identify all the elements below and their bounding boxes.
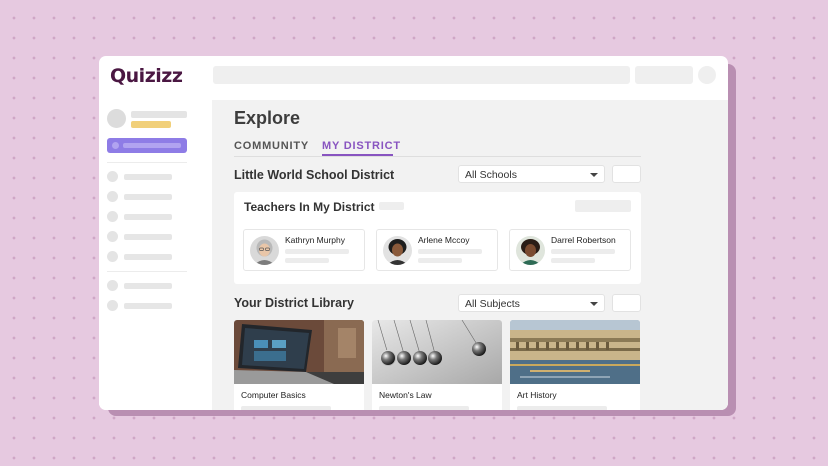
school-filter-select[interactable]: All Schools (458, 165, 605, 183)
library-card[interactable]: Art History (510, 320, 640, 410)
user-avatar[interactable] (107, 109, 126, 128)
sidebar-item-label-placeholder (124, 303, 172, 309)
sidebar-divider (107, 271, 187, 272)
sidebar-item-label-placeholder (124, 234, 172, 240)
library-item-title: Computer Basics (241, 390, 306, 400)
header-button-placeholder[interactable] (635, 66, 693, 84)
teacher-meta-placeholder (418, 258, 462, 263)
laptop-image (234, 320, 364, 384)
newtons-cradle-image (372, 320, 502, 384)
library-item-meta-placeholder (379, 406, 469, 410)
sidebar-item-icon (107, 280, 118, 291)
sidebar-item[interactable] (107, 251, 187, 263)
teachers-count-placeholder (379, 202, 404, 210)
sidebar-item-label-placeholder (124, 194, 172, 200)
teachers-card: Teachers In My District Kathryn Murphy A… (234, 192, 641, 284)
sidebar-divider (107, 162, 187, 163)
teachers-title: Teachers In My District (244, 200, 375, 214)
active-tab-indicator (322, 154, 393, 156)
chevron-down-icon (590, 302, 598, 306)
sidebar-item-icon (107, 300, 118, 311)
sidebar-item[interactable] (107, 171, 187, 183)
plus-icon (112, 142, 119, 149)
tab-my-district[interactable]: MY DISTRICT (322, 140, 401, 152)
sidebar-item-label-placeholder (124, 174, 172, 180)
subject-filter-select[interactable]: All Subjects (458, 294, 605, 312)
header-avatar[interactable] (698, 66, 716, 84)
chevron-down-icon (590, 173, 598, 177)
user-badge-placeholder (131, 121, 171, 128)
library-card[interactable]: Newton's Law (372, 320, 502, 410)
teacher-meta-placeholder (551, 258, 595, 263)
create-button[interactable] (107, 138, 187, 153)
avatar-arlene (383, 236, 412, 265)
sidebar-item-icon (107, 211, 118, 222)
user-name-placeholder (131, 111, 187, 118)
library-item-title: Newton's Law (379, 390, 432, 400)
avatar-darrel (516, 236, 545, 265)
teacher-card[interactable]: Darrel Robertson (509, 229, 631, 271)
page-title: Explore (234, 108, 301, 128)
teacher-meta-placeholder (285, 258, 329, 263)
sidebar-item-icon (107, 191, 118, 202)
teacher-card[interactable]: Kathryn Murphy (243, 229, 365, 271)
sidebar-item[interactable] (107, 300, 187, 312)
teacher-meta-placeholder (418, 249, 482, 254)
sidebar-item-icon (107, 171, 118, 182)
library-card[interactable]: Computer Basics (234, 320, 364, 410)
painting-image (510, 320, 640, 384)
sidebar-item-icon (107, 231, 118, 242)
avatar-kathryn (250, 236, 279, 265)
district-name: Little World School District (234, 168, 395, 182)
library-item-meta-placeholder (241, 406, 331, 410)
view-all-placeholder[interactable] (575, 200, 631, 212)
teacher-name: Darrel Robertson (551, 235, 616, 245)
sidebar-item-label-placeholder (124, 283, 172, 289)
sidebar-item[interactable] (107, 231, 187, 243)
main-content: Explore COMMUNITY MY DISTRICT Little Wor… (212, 100, 728, 410)
quizizz-logo[interactable]: Quizizz (110, 65, 183, 87)
tab-community[interactable]: COMMUNITY (234, 140, 309, 152)
app-window: Quizizz Explore COMMUNITY MY DISTRICT Li… (99, 56, 728, 410)
teacher-meta-placeholder (551, 249, 615, 254)
sidebar-item-label-placeholder (124, 254, 172, 260)
sidebar-item-icon (107, 251, 118, 262)
library-action-box[interactable] (612, 294, 641, 312)
sidebar-item-label-placeholder (124, 214, 172, 220)
teacher-name: Kathryn Murphy (285, 235, 345, 245)
sidebar-item[interactable] (107, 211, 187, 223)
sidebar-item[interactable] (107, 280, 187, 292)
sidebar-item[interactable] (107, 191, 187, 203)
subject-filter-value: All Subjects (465, 298, 520, 310)
library-item-meta-placeholder (517, 406, 607, 410)
tabs-divider (234, 156, 641, 157)
sidebar (99, 100, 212, 410)
create-label-placeholder (123, 143, 181, 148)
teacher-meta-placeholder (285, 249, 349, 254)
school-filter-value: All Schools (465, 169, 517, 181)
library-title: Your District Library (234, 296, 354, 310)
teacher-card[interactable]: Arlene Mccoy (376, 229, 498, 271)
search-bar-placeholder[interactable] (213, 66, 630, 84)
teacher-name: Arlene Mccoy (418, 235, 470, 245)
library-item-title: Art History (517, 390, 557, 400)
district-action-box[interactable] (612, 165, 641, 183)
